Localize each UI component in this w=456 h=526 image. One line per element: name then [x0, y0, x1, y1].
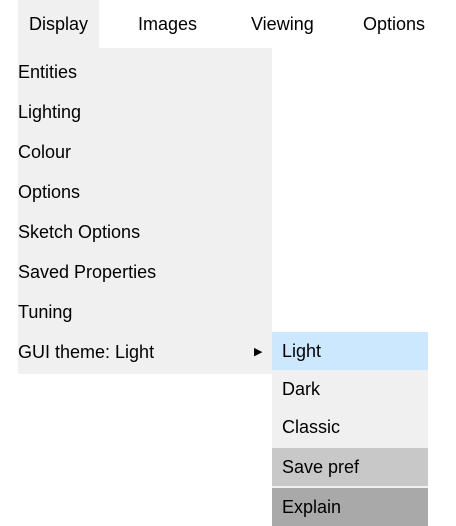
menu-bar: Display Images Viewing Options [0, 0, 456, 48]
menu-item-colour[interactable]: Colour [18, 134, 272, 171]
menu-viewing[interactable]: Viewing [240, 0, 325, 48]
menu-item-label: Saved Properties [18, 262, 157, 282]
submenu-item-classic[interactable]: Classic [272, 408, 428, 446]
menu-item-label: Colour [18, 142, 72, 162]
submenu-item-label: Classic [282, 417, 341, 437]
menu-item-label: Lighting [18, 102, 82, 122]
display-dropdown-menu: Entities Lighting Colour Options Sketch … [18, 48, 272, 374]
submenu-item-light[interactable]: Light [272, 332, 428, 370]
menu-item-label: Tuning [18, 302, 73, 322]
submenu-item-label: Save pref [282, 457, 360, 477]
menu-item-label: Entities [18, 62, 78, 82]
menu-item-options[interactable]: Options [18, 174, 272, 211]
save-pref-button[interactable]: Save pref [272, 448, 428, 486]
menu-item-gui-theme[interactable]: GUI theme: Light ▶ [18, 334, 272, 371]
explain-button[interactable]: Explain [272, 488, 428, 526]
menu-item-label: Options [18, 182, 81, 202]
menu-item-label: Sketch Options [18, 222, 141, 242]
menu-item-tuning[interactable]: Tuning [18, 294, 272, 331]
gui-theme-submenu: Light Dark Classic Save pref Explain [272, 332, 428, 526]
menu-item-label: GUI theme: Light [18, 342, 155, 362]
menu-item-saved-properties[interactable]: Saved Properties [18, 254, 272, 291]
submenu-item-label: Light [282, 341, 322, 361]
menu-item-sketch-options[interactable]: Sketch Options [18, 214, 272, 251]
submenu-item-dark[interactable]: Dark [272, 370, 428, 408]
menu-images[interactable]: Images [127, 0, 208, 48]
menu-item-entities[interactable]: Entities [18, 54, 272, 91]
menu-options[interactable]: Options [352, 0, 436, 48]
submenu-arrow-icon: ▶ [254, 346, 263, 358]
menu-display[interactable]: Display [18, 0, 100, 48]
menu-item-lighting[interactable]: Lighting [18, 94, 272, 131]
submenu-item-label: Explain [282, 497, 342, 517]
submenu-item-label: Dark [282, 379, 321, 399]
